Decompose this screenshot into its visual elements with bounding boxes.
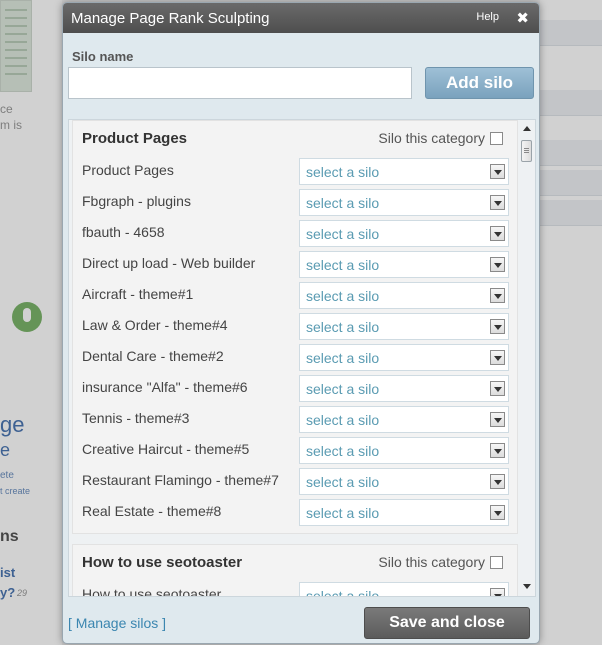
silo-select[interactable]: select a silo	[299, 158, 509, 185]
silo-select[interactable]: select a silo	[299, 468, 509, 495]
silo-name-input[interactable]	[68, 67, 412, 99]
silo-select-value: select a silo	[306, 350, 380, 366]
dialog-titlebar: Manage Page Rank Sculpting Help ✖	[63, 3, 539, 33]
page-row: Restaurant Flamingo - theme#7 select a s…	[73, 465, 517, 496]
page-name: How to use seotoaster	[82, 586, 222, 597]
silo-select-value: select a silo	[306, 319, 380, 335]
page-row: Dental Care - theme#2 select a silo	[73, 341, 517, 372]
vertical-scrollbar[interactable]	[519, 120, 535, 596]
silo-select-value: select a silo	[306, 588, 380, 597]
silo-select-value: select a silo	[306, 288, 380, 304]
chevron-down-icon[interactable]	[490, 195, 505, 210]
save-and-close-button[interactable]: Save and close	[364, 607, 530, 639]
chevron-down-icon[interactable]	[490, 257, 505, 272]
page-name: Creative Haircut - theme#5	[82, 441, 250, 457]
page-rank-sculpting-dialog: Manage Page Rank Sculpting Help ✖ Silo n…	[62, 2, 540, 644]
silo-category-toggle[interactable]: Silo this category	[378, 130, 503, 146]
silo-select[interactable]: select a silo	[299, 375, 509, 402]
chevron-down-icon[interactable]	[490, 226, 505, 241]
page-row: fbauth - 4658 select a silo	[73, 217, 517, 248]
silo-select-value: select a silo	[306, 257, 380, 273]
category-title: Product Pages	[82, 130, 188, 147]
silo-select[interactable]: select a silo	[299, 344, 509, 371]
silo-select-value: select a silo	[306, 412, 380, 428]
help-link[interactable]: Help	[476, 11, 499, 23]
add-silo-button[interactable]: Add silo	[425, 67, 534, 99]
category-panel: How to use seotoaster Silo this category…	[72, 544, 518, 597]
chevron-down-icon[interactable]	[490, 288, 505, 303]
chevron-down-icon[interactable]	[490, 381, 505, 396]
category-title: How to use seotoaster	[82, 554, 243, 571]
scroll-down-icon[interactable]	[522, 582, 532, 592]
silo-name-label: Silo name	[72, 49, 134, 64]
silo-category-toggle[interactable]: Silo this category	[378, 554, 503, 570]
page-row: Law & Order - theme#4 select a silo	[73, 310, 517, 341]
page-name: Product Pages	[82, 162, 174, 178]
close-icon[interactable]: ✖	[516, 9, 529, 27]
silo-category-label: Silo this category	[378, 554, 485, 570]
silo-select[interactable]: select a silo	[299, 251, 509, 278]
silo-select[interactable]: select a silo	[299, 499, 509, 526]
silo-select-value: select a silo	[306, 164, 380, 180]
chevron-down-icon[interactable]	[490, 319, 505, 334]
page-name: Tennis - theme#3	[82, 410, 190, 426]
page-row: How to use seotoaster select a silo	[73, 579, 517, 597]
scroll-up-icon[interactable]	[522, 124, 532, 134]
silo-category-label: Silo this category	[378, 130, 485, 146]
silo-select[interactable]: select a silo	[299, 220, 509, 247]
silo-select[interactable]: select a silo	[299, 582, 509, 597]
chevron-down-icon[interactable]	[490, 588, 505, 596]
silo-select-value: select a silo	[306, 505, 380, 521]
silo-select-value: select a silo	[306, 195, 380, 211]
page-row: insurance "Alfa" - theme#6 select a silo	[73, 372, 517, 403]
manage-silos-link[interactable]: [ Manage silos ]	[68, 615, 166, 631]
page-row: Direct up load - Web builder select a si…	[73, 248, 517, 279]
category-panel: Product Pages Silo this category Product…	[72, 120, 518, 534]
silo-category-checkbox[interactable]	[490, 555, 503, 569]
dialog-footer: [ Manage silos ] Save and close	[63, 597, 539, 643]
page-row: Aircraft - theme#1 select a silo	[73, 279, 517, 310]
pages-scroll-area[interactable]: Product Pages Silo this category Product…	[68, 119, 536, 597]
page-name: Aircraft - theme#1	[82, 286, 194, 302]
page-row: Tennis - theme#3 select a silo	[73, 403, 517, 434]
page-name: Dental Care - theme#2	[82, 348, 224, 364]
chevron-down-icon[interactable]	[490, 412, 505, 427]
page-name: Real Estate - theme#8	[82, 503, 222, 519]
chevron-down-icon[interactable]	[490, 164, 505, 179]
silo-select-value: select a silo	[306, 226, 380, 242]
page-row: Fbgraph - plugins select a silo	[73, 186, 517, 217]
chevron-down-icon[interactable]	[490, 350, 505, 365]
panel-header: How to use seotoaster Silo this category	[73, 545, 517, 579]
chevron-down-icon[interactable]	[490, 474, 505, 489]
silo-select[interactable]: select a silo	[299, 282, 509, 309]
silo-select[interactable]: select a silo	[299, 313, 509, 340]
silo-select-value: select a silo	[306, 443, 380, 459]
dialog-title: Manage Page Rank Sculpting	[71, 9, 270, 27]
page-name: Fbgraph - plugins	[82, 193, 191, 209]
page-name: Law & Order - theme#4	[82, 317, 228, 333]
scrollbar-thumb[interactable]	[521, 140, 532, 162]
silo-select[interactable]: select a silo	[299, 437, 509, 464]
page-name: Direct up load - Web builder	[82, 255, 256, 271]
page-name: Restaurant Flamingo - theme#7	[82, 472, 279, 488]
chevron-down-icon[interactable]	[490, 505, 505, 520]
page-row: Creative Haircut - theme#5 select a silo	[73, 434, 517, 465]
silo-select[interactable]: select a silo	[299, 189, 509, 216]
page-name: insurance "Alfa" - theme#6	[82, 379, 248, 395]
panel-header: Product Pages Silo this category	[73, 121, 517, 155]
silo-category-checkbox[interactable]	[490, 131, 503, 145]
silo-select-value: select a silo	[306, 474, 380, 490]
silo-form: Silo name Add silo	[63, 33, 539, 105]
page-row: Product Pages select a silo	[73, 155, 517, 186]
page-row: Real Estate - theme#8 select a silo	[73, 496, 517, 527]
chevron-down-icon[interactable]	[490, 443, 505, 458]
silo-select-value: select a silo	[306, 381, 380, 397]
page-name: fbauth - 4658	[82, 224, 165, 240]
silo-select[interactable]: select a silo	[299, 406, 509, 433]
